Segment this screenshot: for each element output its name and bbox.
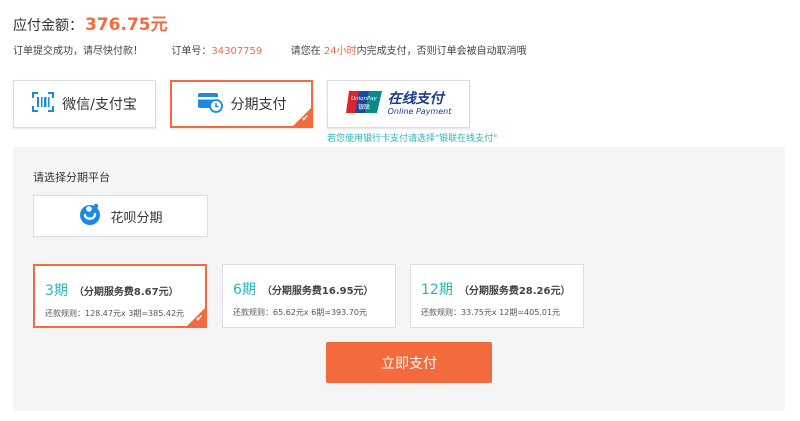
pay-now-button[interactable]: 立即支付	[326, 342, 492, 383]
installment-platform-title: 请选择分期平台	[33, 171, 110, 184]
scan-icon	[32, 92, 55, 116]
payment-method-wechat-alipay[interactable]: 微信/支付宝	[13, 80, 156, 128]
unionpay-tip: 若您使用银行卡支付请选择"银联在线支付"	[327, 134, 498, 144]
deadline-prefix: 请您在	[290, 46, 321, 57]
order-number: 34307759	[211, 46, 263, 57]
unionpay-logo-text: UnionPay	[351, 96, 378, 102]
huabei-icon	[78, 202, 102, 230]
payment-method-label: 在线支付	[387, 90, 444, 107]
unionpay-label-group: 在线支付 Online Payment	[387, 90, 452, 117]
check-icon: ✔	[301, 114, 309, 124]
payment-method-installment[interactable]: 分期支付 ✔	[170, 80, 313, 128]
unionpay-logo: UnionPay 银联	[345, 90, 382, 118]
installment-card-icon	[197, 91, 223, 117]
plan-fee: （分期服务费28.26元）	[458, 286, 571, 297]
plan-title: 12期 （分期服务费28.26元）	[421, 279, 570, 299]
payment-method-label: 分期支付	[230, 97, 287, 113]
plan-option-12[interactable]: 12期 （分期服务费28.26元） 还款规则：33.75元x 12期=405.0…	[410, 264, 584, 328]
platform-huabei[interactable]: 花呗分期	[33, 195, 208, 237]
plan-term: 6期	[233, 282, 256, 298]
plan-fee: （分期服务费16.95元）	[261, 286, 374, 297]
deadline-value: 24小时	[323, 46, 357, 57]
platform-label: 花呗分期	[110, 210, 163, 226]
plan-rule: 还款规则：128.47元x 3期=385.42元	[45, 309, 185, 318]
plan-title: 6期 （分期服务费16.95元）	[233, 279, 374, 299]
payment-method-label: 微信/支付宝	[62, 97, 137, 113]
payment-method-unionpay[interactable]: UnionPay 银联 在线支付 Online Payment	[327, 80, 470, 128]
amount-line: 应付金额： 376.75元	[13, 10, 168, 35]
amount-value: 376.75元	[85, 15, 168, 35]
plan-option-3[interactable]: 3期 （分期服务费8.67元） 还款规则：128.47元x 3期=385.42元…	[33, 264, 207, 328]
amount-label: 应付金额：	[13, 18, 83, 34]
order-info-line: 订单提交成功，请尽快付款！ 订单号：34307759 请您在 24小时内完成支付…	[13, 42, 527, 57]
plan-term: 3期	[45, 283, 68, 299]
plan-option-6[interactable]: 6期 （分期服务费16.95元） 还款规则：65.62元x 6期=393.70元	[222, 264, 396, 328]
deadline-suffix: 内完成支付，否则订单会被自动取消哦	[356, 46, 527, 57]
order-notice: 订单提交成功，请尽快付款！	[13, 46, 143, 57]
plan-term: 12期	[421, 282, 453, 298]
installment-panel: 请选择分期平台 花呗分期 3期 （分期服务费8.67元） 还款规则：128.47…	[13, 147, 785, 411]
check-icon: ✔	[195, 314, 203, 324]
plan-rule: 还款规则：33.75元x 12期=405.01元	[421, 308, 561, 317]
payment-method-sublabel: Online Payment	[387, 106, 452, 116]
plan-rule: 还款规则：65.62元x 6期=393.70元	[233, 308, 367, 317]
plan-fee: （分期服务费8.67元）	[73, 287, 179, 298]
unionpay-logo-cn: 银联	[358, 103, 370, 111]
order-number-label: 订单号：	[171, 46, 212, 57]
plan-title: 3期 （分期服务费8.67元）	[45, 280, 179, 300]
